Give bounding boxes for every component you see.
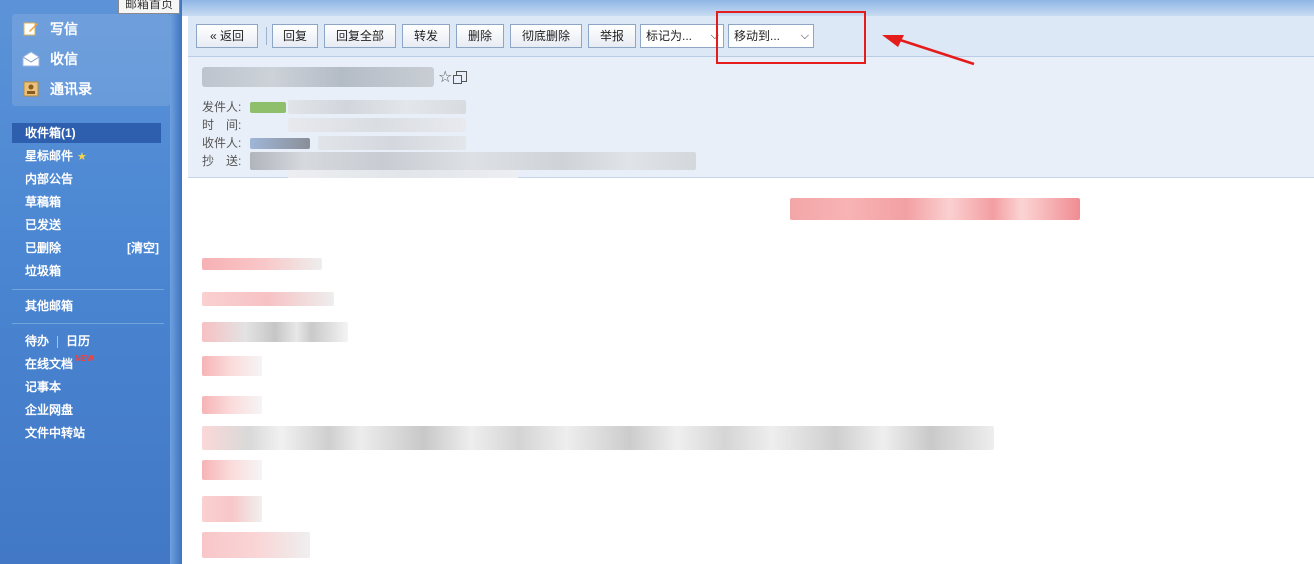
mail-header: ☆ 发件人: 时 间: 收件人: 抄 送: [188,57,1314,182]
compose-button[interactable]: 写信 [22,16,78,42]
mail-body [188,178,1314,564]
receive-label: 收信 [50,51,78,67]
cc-redacted [250,152,696,170]
folder-deleted-label: 已删除 [25,241,62,255]
main-pane: « 返回 回复 回复全部 转发 删除 彻底删除 举报 标记为... ⌵ 移动到.… [182,0,1314,564]
folder-sent[interactable]: 已发送 [12,215,161,235]
body-line-redacted [202,496,262,522]
cc-label: 抄 送: [202,154,242,168]
empty-trash-link[interactable]: [清空] [127,238,159,258]
recipient-redacted [250,138,310,149]
star-outline-icon[interactable]: ☆ [438,67,452,87]
folder-deleted[interactable]: 已删除 [清空] [12,238,161,258]
sender-redacted [250,102,286,113]
sidebar-edge [170,0,182,564]
star-icon: ★ [77,151,87,163]
folder-announcements-label: 内部公告 [25,172,74,186]
folder-junk[interactable]: 垃圾箱 [12,261,161,281]
inbox-envelope-icon [22,50,40,68]
other-mailbox[interactable]: 其他邮箱 [12,296,161,316]
notebook[interactable]: 记事本 [12,377,161,397]
annotation-arrow-icon [882,35,975,66]
body-line-redacted [202,426,994,450]
highlight-box [716,11,866,64]
time-label: 时 间: [202,118,242,132]
body-line-redacted [202,258,322,270]
other-mailbox-label: 其他邮箱 [25,299,74,313]
folder-drafts-label: 草稿箱 [25,195,62,209]
folder-starred-label: 星标邮件 [25,149,74,163]
toolbar-separator [266,27,267,45]
from-label: 发件人: [202,100,242,114]
folder-announcements[interactable]: 内部公告 [12,169,161,189]
contacts-button[interactable]: 通讯录 [22,76,92,102]
folder-inbox[interactable]: 收件箱(1) [12,123,161,143]
notebook-label: 记事本 [25,380,62,394]
reply-all-button[interactable]: 回复全部 [324,24,396,48]
quick-actions: 写信 收信 通讯录 [12,14,170,106]
back-button[interactable]: « 返回 [196,24,258,48]
tooltip: 邮箱首页 [118,0,181,14]
body-line-redacted [202,396,262,414]
enterprise-netdisk[interactable]: 企业网盘 [12,400,161,420]
folder-sent-label: 已发送 [25,218,62,232]
sidebar: 写信 收信 通讯录 收件箱(1) 星标邮件 ★ 内部公告 草稿箱 已发送 已删除 … [0,0,180,564]
todo-calendar-row: 待办 日历 [12,331,161,351]
sender-address-redacted [288,100,466,114]
netdisk-label: 企业网盘 [25,403,74,417]
todo-link[interactable]: 待办 [25,334,49,348]
folder-starred[interactable]: 星标邮件 ★ [12,146,161,166]
online-docs-label: 在线文档 [25,357,74,371]
body-heading-redacted [790,198,1080,220]
body-line-redacted [202,322,348,342]
separator [57,335,59,348]
to-label: 收件人: [202,136,242,150]
compose-label: 写信 [50,21,78,37]
sidebar-divider [12,289,164,290]
delete-button[interactable]: 删除 [456,24,504,48]
delete-permanently-button[interactable]: 彻底删除 [510,24,582,48]
body-line-redacted [202,356,262,376]
mark-as-select[interactable]: 标记为... ⌵ [640,24,724,48]
body-line-redacted [202,532,310,558]
contacts-icon [22,80,40,98]
popout-window-icon[interactable] [453,71,467,84]
folder-inbox-label: 收件箱(1) [25,126,76,140]
recipient-address-redacted [318,136,466,150]
body-line-redacted [202,292,334,306]
folder-junk-label: 垃圾箱 [25,264,62,278]
file-transfer-label: 文件中转站 [25,426,86,440]
body-line-redacted [202,460,262,480]
new-badge: NEW [75,354,94,363]
online-docs[interactable]: 在线文档 NEW [12,354,161,374]
forward-button[interactable]: 转发 [402,24,450,48]
report-button[interactable]: 举报 [588,24,636,48]
compose-icon [22,20,40,38]
reply-button[interactable]: 回复 [272,24,318,48]
time-redacted [288,118,466,132]
receive-button[interactable]: 收信 [22,46,78,72]
mark-as-label: 标记为... [646,29,693,43]
calendar-link[interactable]: 日历 [66,334,90,348]
folder-drafts[interactable]: 草稿箱 [12,192,161,212]
subject-redacted [202,67,434,87]
file-transfer[interactable]: 文件中转站 [12,423,161,443]
contacts-label: 通讯录 [50,81,92,97]
sidebar-divider [12,323,164,324]
